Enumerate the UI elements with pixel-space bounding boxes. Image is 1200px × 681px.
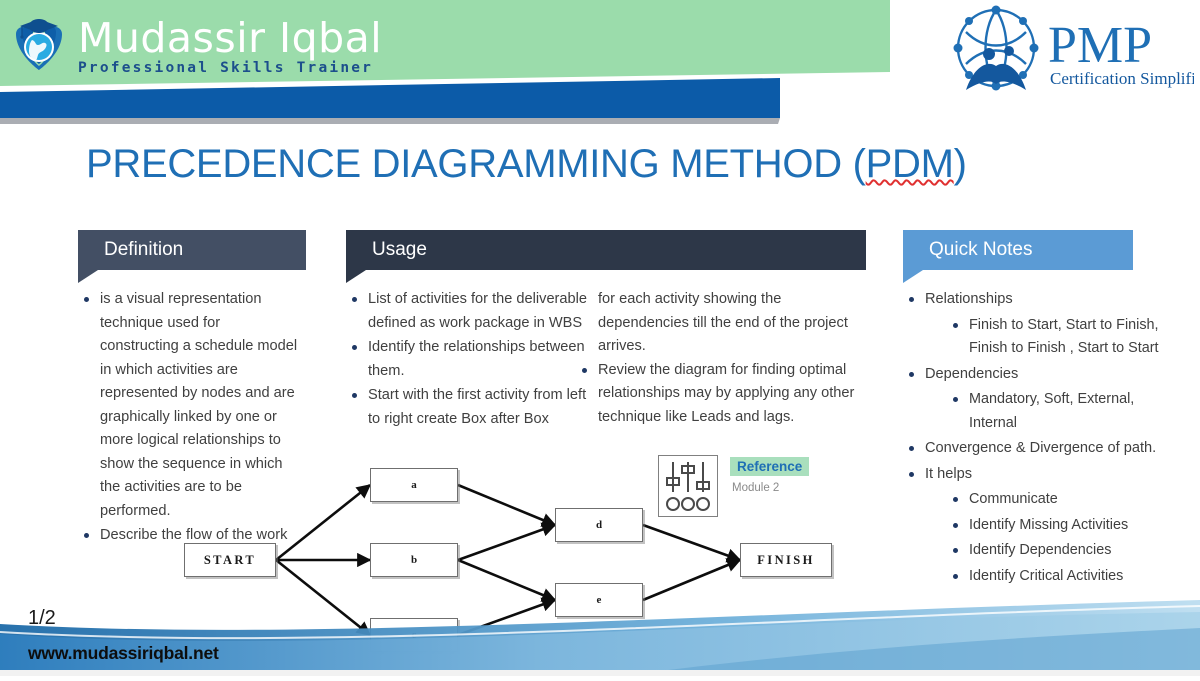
usage-bullet: Identify the relationships between them. xyxy=(348,336,600,383)
page-title: PRECEDENCE DIAGRAMMING METHOD (PDM) xyxy=(86,142,967,187)
diagram-node-start: START xyxy=(184,543,276,577)
diagram-edge-d-finish xyxy=(642,523,742,563)
diagram-edge-b-e xyxy=(457,558,557,602)
diagram-node-a: a xyxy=(370,468,458,502)
diagram-node-d: d xyxy=(555,508,643,542)
quick-notes-sublist: Finish to Start, Start to Finish, Finish… xyxy=(949,314,1167,361)
quick-notes-column: Relationships Finish to Start, Start to F… xyxy=(905,288,1167,590)
footer-wave-decoration xyxy=(0,598,1200,676)
usage-column-right: for each activity showing the dependenci… xyxy=(582,288,856,430)
page-title-end: ) xyxy=(953,142,967,186)
bottom-strip xyxy=(0,670,1200,676)
page-number: 1/2 xyxy=(28,607,56,629)
graduation-cap-globe-icon xyxy=(8,14,70,76)
quick-notes-sublist: Communicate Identify Missing Activities Id… xyxy=(949,488,1167,588)
quick-notes-bullet: Dependencies xyxy=(905,363,1167,387)
usage-bullet: List of activities for the deliverable d… xyxy=(348,288,600,335)
definition-column-header: Definition xyxy=(78,230,306,283)
quick-notes-sub-bullet: Identify Missing Activities xyxy=(949,514,1167,538)
diagram-edge-b-d xyxy=(457,522,557,562)
usage-column-left: List of activities for the deliverable d… xyxy=(348,288,600,432)
reference-sublabel: Module 2 xyxy=(732,482,780,494)
callout-tail xyxy=(346,269,366,283)
diagram-edge-a-d xyxy=(457,483,557,527)
quick-notes-column-header: Quick Notes xyxy=(903,230,1133,283)
usage-list-left: List of activities for the deliverable d… xyxy=(348,288,600,431)
diagram-node-finish: FINISH xyxy=(740,543,832,577)
quick-notes-header-label: Quick Notes xyxy=(929,239,1033,260)
quick-notes-list: Relationships Finish to Start, Start to F… xyxy=(905,288,1167,588)
diagram-node-b: b xyxy=(370,543,458,577)
quick-notes-bullet: Relationships xyxy=(905,288,1167,312)
svg-text:Certification Simplified: Certification Simplified xyxy=(1050,69,1194,88)
page-title-acronym: PDM xyxy=(865,142,954,186)
brand-tagline: Professional Skills Trainer xyxy=(78,60,374,76)
quick-notes-sub-bullet: Identify Dependencies xyxy=(949,539,1167,563)
usage-bullet: Review the diagram for finding optimal r… xyxy=(578,359,856,430)
quick-notes-sub-bullet: Finish to Start, Start to Finish, Finish… xyxy=(949,314,1167,361)
svg-text:PMP: PMP xyxy=(1048,17,1152,74)
sliders-settings-icon xyxy=(658,455,718,517)
usage-list-right: Review the diagram for finding optimal r… xyxy=(578,359,856,430)
definition-header-label: Definition xyxy=(104,239,184,260)
quick-notes-sublist: Mandatory, Soft, External, Internal xyxy=(949,388,1167,435)
pmp-logo: PMP Certification Simplified xyxy=(944,4,1200,96)
usage-column-header: Usage xyxy=(346,230,866,283)
footer-website-url: www.mudassiriqbal.net xyxy=(28,643,219,663)
quick-notes-bullet: Convergence & Divergence of path. xyxy=(905,437,1167,461)
quick-notes-sub-bullet: Identify Critical Activities xyxy=(949,565,1167,589)
reference-label: Reference xyxy=(730,457,810,476)
brand-logo: Mudassir Iqbal Professional Skills Train… xyxy=(8,14,382,76)
page-title-main: PRECEDENCE DIAGRAMMING METHOD ( xyxy=(86,142,866,186)
usage-continuation-text: for each activity showing the dependenci… xyxy=(598,291,848,354)
usage-header-label: Usage xyxy=(372,239,427,260)
usage-bullet: Start with the first activity from left … xyxy=(348,384,600,431)
callout-tail xyxy=(78,269,98,283)
diagram-edge-e-finish xyxy=(642,558,742,602)
quick-notes-sub-bullet: Communicate xyxy=(949,488,1167,512)
quick-notes-bullet: It helps xyxy=(905,463,1167,487)
brand-name: Mudassir Iqbal xyxy=(78,14,383,62)
reference-callout: Reference Module 2 xyxy=(658,455,843,527)
quick-notes-sub-bullet: Mandatory, Soft, External, Internal xyxy=(949,388,1167,435)
diagram-edge-start-a xyxy=(275,483,372,562)
callout-tail xyxy=(903,269,923,283)
